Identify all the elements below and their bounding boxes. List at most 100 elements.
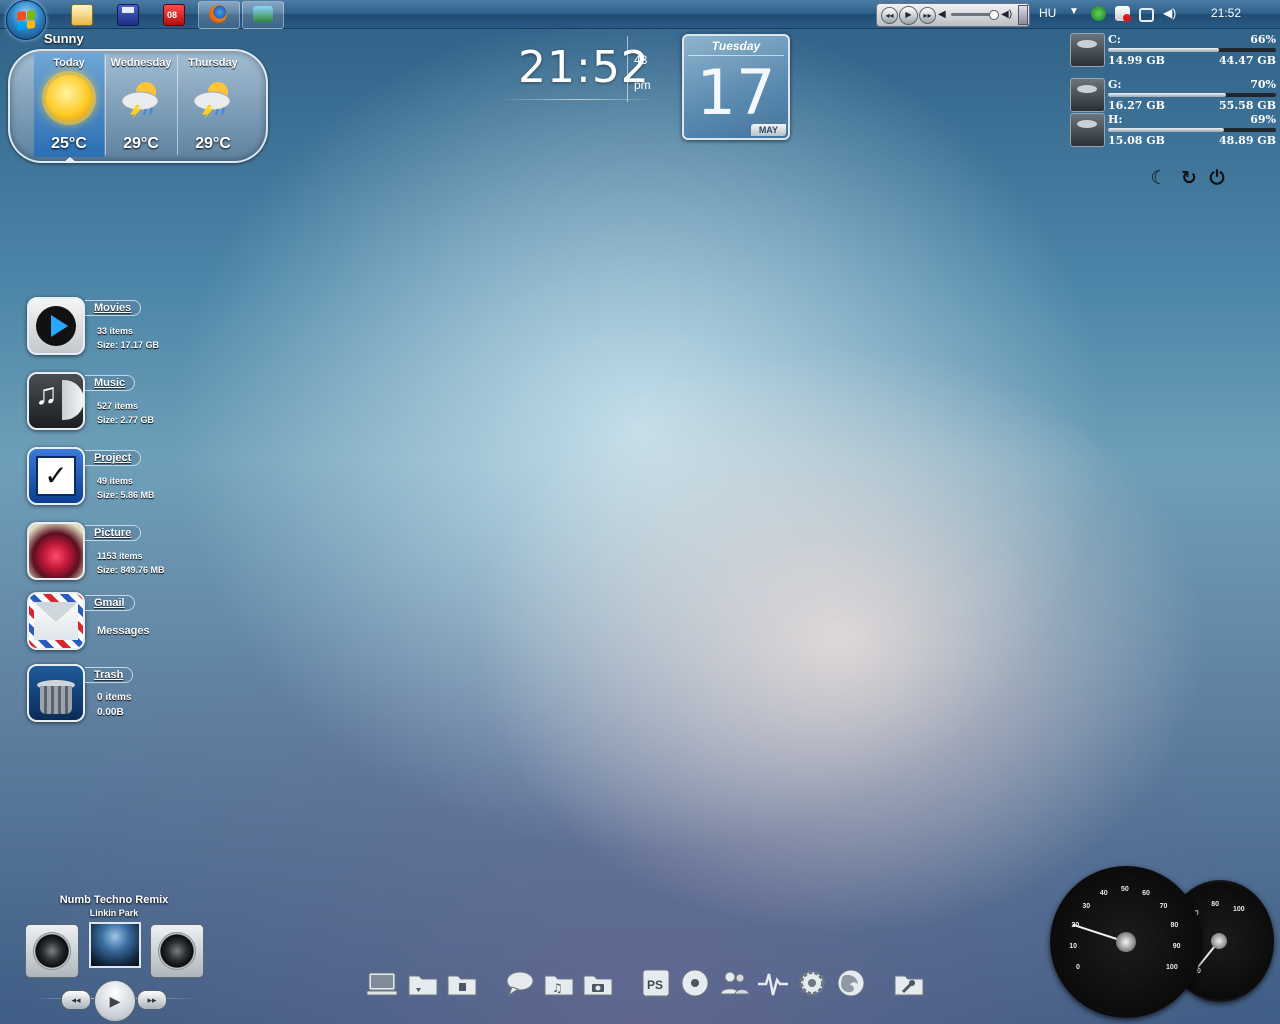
divider (498, 99, 658, 100)
previous-track-button[interactable]: ◂◂ (881, 7, 898, 24)
hard-drive-icon (1070, 78, 1105, 112)
weather-day-today[interactable]: Today 25°C (34, 53, 104, 163)
drive-percent: 70% (1250, 78, 1276, 91)
drive-used: 15.08 GB (1108, 134, 1165, 147)
weather-day-wednesday[interactable]: Wednesday 29°C (106, 53, 176, 157)
people-icon[interactable] (718, 968, 750, 998)
svg-text:♫: ♫ (552, 981, 563, 995)
folder-documents-icon[interactable] (446, 968, 478, 998)
speaker-volume-icon[interactable]: ◀) (1163, 6, 1178, 21)
taskbar-app-button[interactable] (242, 1, 284, 29)
gauge-tick-label: 70 (1159, 903, 1168, 911)
play-icon[interactable] (27, 297, 85, 355)
weather-city: Sunny (44, 31, 84, 46)
launcher-count: 1153 items (97, 551, 143, 561)
show-hidden-icons-icon[interactable]: ▼ (1069, 6, 1079, 17)
start-button[interactable] (6, 0, 46, 40)
calendar-day-number: 17 (696, 56, 776, 129)
sleep-icon[interactable]: ☾ (1148, 168, 1170, 190)
computer-icon[interactable] (366, 968, 398, 998)
launcher-project[interactable]: ✓ Project 49 items Size: 5.86 MB (27, 447, 187, 505)
gauge-tick-label: 40 (1099, 890, 1108, 898)
language-indicator[interactable]: HU (1039, 6, 1056, 20)
divider (627, 36, 628, 102)
disc-icon[interactable] (679, 968, 711, 998)
drive-c[interactable]: C: 66% 14.99 GB 44.47 GB (1070, 33, 1280, 69)
launcher-movies[interactable]: Movies 33 items Size: 17.17 GB (27, 297, 187, 355)
thunderstorm-icon (193, 82, 231, 119)
launcher-subtitle: Messages (97, 625, 150, 637)
launcher-title[interactable]: Picture (85, 525, 142, 541)
drive-free: 55.58 GB (1219, 99, 1276, 112)
firefox-icon[interactable] (835, 968, 867, 998)
red-app-icon[interactable]: 08 (163, 4, 185, 26)
gauge-hub (1211, 933, 1227, 949)
cpu-gauge[interactable]: 0102030405060708090100 (1050, 866, 1202, 1018)
checkmark-icon[interactable]: ✓ (27, 447, 85, 505)
gauge-tick-label: 0 (1197, 968, 1201, 976)
launcher-title[interactable]: Trash (85, 667, 134, 683)
flower-photo-icon[interactable] (27, 522, 85, 580)
envelope-icon[interactable] (27, 592, 85, 650)
settings-gear-icon[interactable] (796, 968, 828, 998)
gauge-tick-label: 100 (1233, 905, 1245, 913)
weather-temperature: 25°C (51, 135, 87, 152)
folder-pictures-icon[interactable] (582, 968, 614, 998)
launcher-music[interactable]: ♫ Music 527 items Size: 2.77 GB (27, 372, 187, 430)
shutdown-icon[interactable]: ⏻ (1206, 168, 1228, 190)
next-track-button[interactable]: ▸▸ (919, 7, 936, 24)
folder-tools-icon[interactable] (893, 968, 925, 998)
play-button[interactable]: ▶ (94, 980, 136, 1022)
launcher-gmail[interactable]: Gmail Messages (27, 592, 187, 650)
drive-letter: H: (1108, 113, 1123, 126)
trash-can-icon[interactable] (27, 664, 85, 722)
network-icon[interactable] (1139, 8, 1154, 22)
volume-icon: ◀) (1001, 9, 1013, 20)
taskbar-firefox-button[interactable] (198, 1, 240, 29)
desktop-clock-ampm: pm (634, 78, 651, 92)
taskbar: 08 ◂◂ ▶ ▸▸ ◀ ◀) HU ▼ ◀) 21:52 (0, 0, 1280, 40)
calendar-gadget[interactable]: Tuesday 17 MAY (682, 34, 790, 140)
photoshop-icon[interactable]: PS (640, 968, 672, 998)
gauge-tick-label: 50 (1121, 886, 1129, 893)
restart-icon[interactable]: ↻ (1178, 168, 1200, 190)
launcher-picture[interactable]: Picture 1153 items Size: 849.76 MB (27, 522, 187, 580)
drive-h[interactable]: H: 69% 15.08 GB 48.89 GB (1070, 113, 1280, 149)
launcher-title[interactable]: Movies (85, 300, 142, 316)
media-options-button[interactable] (1018, 5, 1028, 25)
album-art[interactable] (89, 922, 141, 968)
launcher-title[interactable]: Gmail (85, 595, 135, 611)
play-button[interactable]: ▶ (899, 6, 918, 25)
launcher-title[interactable]: Music (85, 375, 136, 391)
launcher-trash[interactable]: Trash 0 items 0.00B (27, 664, 187, 722)
explorer-folder-icon[interactable] (71, 4, 93, 26)
volume-mute-icon[interactable]: ◀ (938, 9, 946, 20)
previous-track-button[interactable]: ◂◂ (61, 990, 91, 1010)
action-center-flag-icon[interactable] (1115, 6, 1131, 22)
gauge-tick-label: 30 (1082, 903, 1091, 911)
folder-music-icon[interactable]: ♫ (543, 968, 575, 998)
taskbar-clock[interactable]: 21:52 (1211, 6, 1241, 20)
volume-slider[interactable] (951, 10, 999, 20)
selection-pointer-icon (63, 157, 77, 163)
chat-bubble-icon[interactable] (504, 968, 536, 998)
firefox-icon (209, 5, 227, 23)
drive-usage-bar (1108, 128, 1276, 132)
drive-g[interactable]: G: 70% 16.27 GB 55.58 GB (1070, 78, 1280, 114)
launcher-title[interactable]: Project (85, 450, 142, 466)
weather-day-thursday[interactable]: Thursday 29°C (178, 53, 248, 157)
gauge-tick-label: 80 (1170, 921, 1179, 929)
sun-icon (46, 75, 92, 121)
folder-download-icon[interactable] (407, 968, 439, 998)
photoshop-label: PS (647, 978, 663, 992)
utorrent-icon[interactable] (1091, 6, 1106, 21)
gauge-tick-label: 100 (1166, 964, 1178, 971)
weather-gadget[interactable]: Today 25°C Wednesday 29°C Thursday 29°C (8, 49, 268, 163)
floppy-save-icon[interactable] (117, 4, 139, 26)
weather-day-label: Thursday (188, 57, 238, 69)
activity-monitor-icon[interactable] (757, 968, 789, 998)
drive-percent: 66% (1250, 33, 1276, 46)
music-note-icon[interactable]: ♫ (27, 372, 85, 430)
weather-day-label: Today (53, 57, 85, 69)
next-track-button[interactable]: ▸▸ (137, 990, 167, 1010)
